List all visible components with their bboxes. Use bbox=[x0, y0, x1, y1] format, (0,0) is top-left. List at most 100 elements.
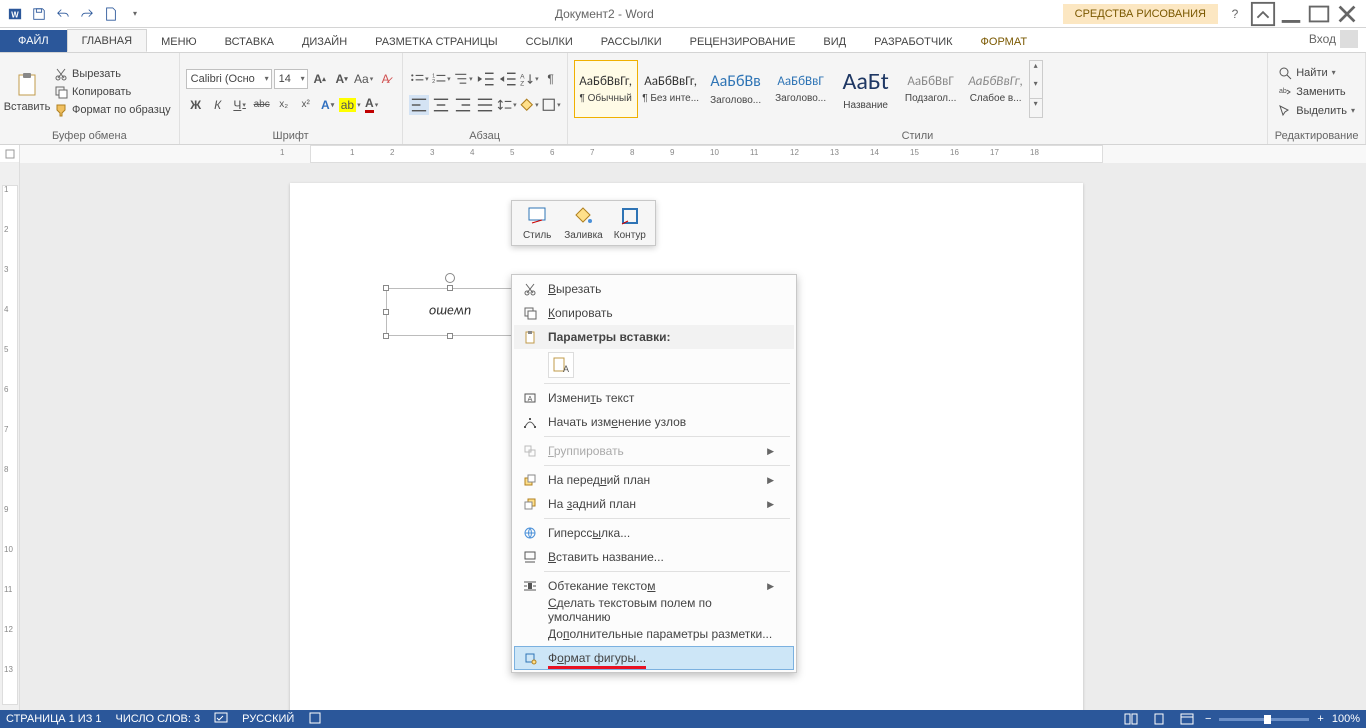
redo-icon[interactable] bbox=[76, 3, 98, 25]
ctx-copy[interactable]: Копировать bbox=[514, 301, 794, 325]
paste-keep-formatting[interactable]: A bbox=[548, 352, 574, 378]
zoom-level[interactable]: 100% bbox=[1332, 713, 1360, 725]
outdent-icon[interactable] bbox=[475, 69, 495, 89]
change-case-icon[interactable]: Aa bbox=[354, 69, 374, 89]
hruler[interactable]: 1123456789101112131415161718 bbox=[20, 145, 1366, 163]
clear-format-icon[interactable]: A̷ bbox=[376, 69, 396, 89]
ctx-edit-points[interactable]: Начать изменение узлов bbox=[514, 410, 794, 434]
tab-insert[interactable]: ВСТАВКА bbox=[211, 31, 288, 52]
save-icon[interactable] bbox=[28, 3, 50, 25]
zoom-thumb[interactable] bbox=[1264, 715, 1271, 724]
vertical-ruler[interactable]: 12345678910111213 bbox=[0, 163, 20, 710]
tab-format[interactable]: ФОРМАТ bbox=[967, 31, 1042, 52]
tab-review[interactable]: РЕЦЕНЗИРОВАНИЕ bbox=[676, 31, 810, 52]
status-proofing-icon[interactable] bbox=[214, 712, 228, 727]
strike-button[interactable]: abc bbox=[252, 95, 272, 115]
resize-handle-nw[interactable] bbox=[383, 285, 389, 291]
font-color-icon[interactable]: A bbox=[362, 95, 382, 115]
view-read-icon[interactable] bbox=[1121, 712, 1141, 726]
show-marks-icon[interactable]: ¶ bbox=[541, 69, 561, 89]
ctx-hyperlink[interactable]: Гиперссылка... bbox=[514, 521, 794, 545]
resize-handle-sw[interactable] bbox=[383, 333, 389, 339]
tab-mailings[interactable]: РАССЫЛКИ bbox=[587, 31, 676, 52]
bold-button[interactable]: Ж bbox=[186, 95, 206, 115]
find-button[interactable]: Найти ▾ bbox=[1276, 65, 1357, 81]
zoom-out-button[interactable]: − bbox=[1205, 713, 1211, 725]
ctx-caption[interactable]: Вставить название... bbox=[514, 545, 794, 569]
resize-handle-s[interactable] bbox=[447, 333, 453, 339]
tab-design[interactable]: ДИЗАЙН bbox=[288, 31, 361, 52]
shrink-font-icon[interactable]: A▾ bbox=[332, 69, 352, 89]
word-icon[interactable]: W bbox=[4, 3, 26, 25]
ctx-set-default[interactable]: Сделать текстовым полем по умолчанию bbox=[514, 598, 794, 622]
justify-icon[interactable] bbox=[475, 95, 495, 115]
shading-icon[interactable] bbox=[519, 95, 539, 115]
resize-handle-w[interactable] bbox=[383, 309, 389, 315]
qat-customize-icon[interactable]: ▾ bbox=[124, 3, 146, 25]
mini-fill-button[interactable]: Заливка bbox=[560, 205, 606, 241]
style-heading1[interactable]: АаБбВвЗаголово... bbox=[704, 60, 768, 118]
copy-button[interactable]: Копировать bbox=[52, 84, 173, 100]
style-subtle[interactable]: АаБбВвГг,Слабое в... bbox=[964, 60, 1028, 118]
status-words[interactable]: ЧИСЛО СЛОВ: 3 bbox=[116, 713, 201, 725]
bullets-icon[interactable] bbox=[409, 69, 429, 89]
tab-references[interactable]: ССЫЛКИ bbox=[512, 31, 587, 52]
align-center-icon[interactable] bbox=[431, 95, 451, 115]
sort-icon[interactable]: AZ bbox=[519, 69, 539, 89]
resize-handle-n[interactable] bbox=[447, 285, 453, 291]
align-left-icon[interactable] bbox=[409, 95, 429, 115]
close-icon[interactable] bbox=[1334, 4, 1360, 24]
font-name-combo[interactable]: Calibri (Осно bbox=[186, 69, 272, 89]
subscript-button[interactable]: x₂ bbox=[274, 95, 294, 115]
status-macro-icon[interactable] bbox=[308, 712, 322, 727]
line-spacing-icon[interactable] bbox=[497, 95, 517, 115]
status-page[interactable]: СТРАНИЦА 1 ИЗ 1 bbox=[6, 713, 102, 725]
tab-menu[interactable]: Меню bbox=[147, 31, 211, 52]
new-doc-icon[interactable] bbox=[100, 3, 122, 25]
style-normal[interactable]: АаБбВвГг,¶ Обычный bbox=[574, 60, 638, 118]
superscript-button[interactable]: x² bbox=[296, 95, 316, 115]
tab-home[interactable]: ГЛАВНАЯ bbox=[67, 29, 147, 52]
tab-file[interactable]: ФАЙЛ bbox=[0, 30, 67, 52]
ctx-more-layout[interactable]: Дополнительные параметры разметки... bbox=[514, 622, 794, 646]
ctx-cut[interactable]: Вырезать bbox=[514, 277, 794, 301]
tab-developer[interactable]: РАЗРАБОТЧИК bbox=[860, 31, 966, 52]
numbering-icon[interactable]: 12 bbox=[431, 69, 451, 89]
italic-button[interactable]: К bbox=[208, 95, 228, 115]
rotation-handle[interactable] bbox=[445, 273, 455, 283]
mini-outline-button[interactable]: Контур bbox=[607, 205, 653, 241]
indent-icon[interactable] bbox=[497, 69, 517, 89]
ribbon-options-icon[interactable] bbox=[1250, 4, 1276, 24]
style-title[interactable]: АаБtНазвание bbox=[834, 60, 898, 118]
borders-icon[interactable] bbox=[541, 95, 561, 115]
ctx-bring-front[interactable]: На передний план▶ bbox=[514, 468, 794, 492]
replace-button[interactable]: abЗаменить bbox=[1276, 84, 1357, 100]
style-nospacing[interactable]: АаБбВвГг,¶ Без инте... bbox=[639, 60, 703, 118]
ctx-send-back[interactable]: На задний план▶ bbox=[514, 492, 794, 516]
ctx-edit-text[interactable]: AИзменить текст bbox=[514, 386, 794, 410]
style-heading2[interactable]: АаБбВвГЗаголово... bbox=[769, 60, 833, 118]
ctx-wrap-text[interactable]: Обтекание текстом▶ bbox=[514, 574, 794, 598]
zoom-in-button[interactable]: + bbox=[1317, 713, 1323, 725]
underline-button[interactable]: Ч bbox=[230, 95, 250, 115]
undo-icon[interactable] bbox=[52, 3, 74, 25]
styles-gallery[interactable]: АаБбВвГг,¶ Обычный АаБбВвГг,¶ Без инте..… bbox=[574, 56, 1043, 127]
format-painter-button[interactable]: Формат по образцу bbox=[52, 102, 173, 118]
minimize-icon[interactable] bbox=[1278, 4, 1304, 24]
sign-in[interactable]: Вход bbox=[1301, 26, 1366, 52]
tab-layout[interactable]: РАЗМЕТКА СТРАНИЦЫ bbox=[361, 31, 511, 52]
align-right-icon[interactable] bbox=[453, 95, 473, 115]
select-button[interactable]: Выделить ▾ bbox=[1276, 103, 1357, 119]
help-icon[interactable]: ? bbox=[1222, 4, 1248, 24]
zoom-slider[interactable] bbox=[1219, 718, 1309, 721]
styles-more-button[interactable]: ▴▾▾ bbox=[1029, 60, 1043, 118]
ctx-format-shape[interactable]: Формат фигуры... bbox=[514, 646, 794, 670]
cut-button[interactable]: Вырезать bbox=[52, 66, 173, 82]
paste-button[interactable]: Вставить bbox=[6, 56, 48, 127]
tab-view[interactable]: ВИД bbox=[809, 31, 860, 52]
highlight-icon[interactable]: ab bbox=[340, 95, 360, 115]
mini-style-button[interactable]: Стиль bbox=[514, 205, 560, 241]
text-box-shape[interactable]: иwəто bbox=[386, 288, 514, 336]
text-effects-icon[interactable]: A bbox=[318, 95, 338, 115]
multilevel-icon[interactable] bbox=[453, 69, 473, 89]
